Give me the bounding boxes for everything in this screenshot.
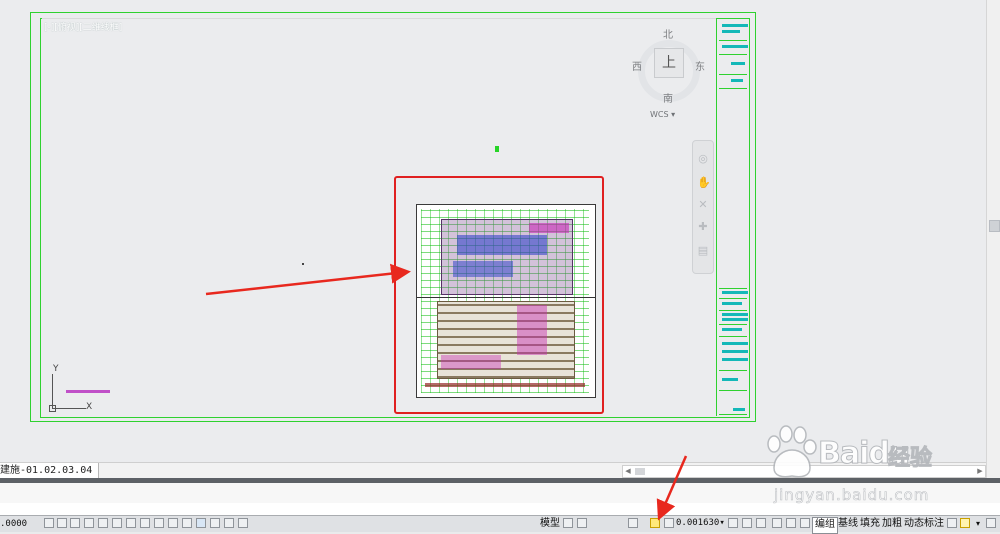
toggle-dynamic-dimension[interactable]: 动态标注 <box>904 516 944 531</box>
ortho-mode-icon[interactable] <box>84 518 94 528</box>
polar-tracking-icon[interactable] <box>98 518 108 528</box>
showmotion-icon[interactable]: ▤ <box>697 245 709 257</box>
lock-icon[interactable] <box>756 518 766 528</box>
quick-view-icon[interactable] <box>577 518 587 528</box>
annotation-visibility-icon[interactable] <box>650 518 660 528</box>
isolate-objects-icon[interactable] <box>800 518 810 528</box>
title-block-row <box>719 88 747 289</box>
vertical-scroll-thumb[interactable] <box>989 220 1000 232</box>
navigation-bar[interactable]: ◎ ✋ ✕ ✚ ▤ <box>692 140 714 274</box>
3d-object-snap-icon[interactable] <box>126 518 136 528</box>
quick-properties-icon[interactable] <box>210 518 220 528</box>
status-menu-chevron-icon[interactable]: ▾ <box>976 516 980 531</box>
infer-constraints-icon[interactable] <box>44 518 54 528</box>
title-block-row <box>719 336 748 371</box>
ucs-x-axis <box>52 408 86 409</box>
title-block-logo <box>719 18 748 41</box>
selection-cycling-icon[interactable] <box>224 518 234 528</box>
viewcube-top-face[interactable]: 上 <box>654 48 684 78</box>
highlight-box <box>394 176 604 414</box>
annotation-scale-icon[interactable] <box>664 518 674 528</box>
ucs-y-axis <box>52 374 53 408</box>
viewport-label[interactable]: [-][俯视][二维线框] <box>44 20 122 33</box>
grid-display-icon[interactable] <box>70 518 80 528</box>
clean-screen-icon[interactable] <box>947 518 957 528</box>
compass-west[interactable]: 西 <box>632 58 642 73</box>
hardware-acceleration-icon[interactable] <box>786 518 796 528</box>
chevron-down-icon: ▾ <box>671 110 676 119</box>
watermark-cn: 经验 <box>887 446 933 472</box>
title-block-row <box>719 40 748 55</box>
wcs-menu[interactable]: WCS ▾ <box>650 110 675 119</box>
toggle-group[interactable]: 编组 <box>812 517 838 534</box>
status-bar-menu-icon[interactable] <box>986 518 996 528</box>
toggle-fill[interactable]: 填充 <box>860 516 880 531</box>
frame-top-line <box>42 18 717 19</box>
compass-east[interactable]: 东 <box>695 58 705 73</box>
magenta-annotation <box>66 390 110 393</box>
model-space-label[interactable]: 模型 <box>540 516 560 531</box>
stray-point <box>302 263 304 265</box>
maximize-viewport-icon[interactable] <box>628 518 638 528</box>
orbit-icon[interactable]: ✚ <box>697 221 709 233</box>
dynamic-input-icon[interactable] <box>168 518 178 528</box>
compass-south[interactable]: 南 <box>663 90 673 105</box>
ucs-origin <box>49 405 56 412</box>
annotation-scale-sync-icon[interactable] <box>742 518 752 528</box>
scroll-left-icon[interactable]: ◀ <box>623 466 633 477</box>
ucs-x-label: X <box>86 402 93 412</box>
workspace-switch-icon[interactable] <box>728 518 738 528</box>
scroll-right-icon[interactable]: ▶ <box>975 466 985 477</box>
crosshair-cursor <box>495 146 499 152</box>
gear-icon[interactable] <box>772 518 782 528</box>
compass-north[interactable]: 北 <box>663 26 673 41</box>
pan-icon[interactable]: ✋ <box>697 177 711 189</box>
horizontal-scroll-thumb[interactable] <box>635 468 645 475</box>
title-block-row <box>719 54 747 75</box>
watermark-url: jingyan.baidu.com <box>774 486 930 505</box>
zoom-icon[interactable]: ✕ <box>697 199 709 211</box>
annotation-scale-value[interactable]: 0.001630▾ <box>676 516 725 531</box>
snap-mode-icon[interactable] <box>57 518 67 528</box>
title-block-row <box>719 310 748 325</box>
annotation-monitor-icon[interactable] <box>238 518 248 528</box>
object-snap-icon[interactable] <box>112 518 122 528</box>
toggle-baseline[interactable]: 基线 <box>838 516 858 531</box>
steering-wheel-icon[interactable]: ◎ <box>697 153 709 165</box>
baidu-watermark: Baidu 经验 jingyan.baidu.com <box>760 418 960 518</box>
lightbulb-icon[interactable] <box>960 518 970 528</box>
viewcube[interactable]: 上 北 南 西 东 WCS ▾ <box>632 22 708 122</box>
drawing-canvas[interactable]: [-][俯视][二维线框] 上 北 南 西 东 WCS ▾ ◎ ✋ ✕ ✚ ▤ <box>0 0 986 462</box>
title-block-row <box>719 390 747 415</box>
chevron-down-icon: ▾ <box>719 518 725 528</box>
layout-icon[interactable] <box>563 518 573 528</box>
cursor-coordinates[interactable]: .0000 <box>0 517 27 531</box>
title-block <box>716 18 749 416</box>
baidu-paw-icon <box>767 425 817 478</box>
wcs-label: WCS <box>650 110 669 119</box>
vertical-scrollbar[interactable] <box>986 0 1000 478</box>
dynamic-ucs-icon[interactable] <box>154 518 164 528</box>
layout-tab[interactable]: 建施-01.02.03.04 <box>0 463 100 478</box>
toggle-bold[interactable]: 加粗 <box>882 516 902 531</box>
title-block-row <box>719 74 747 89</box>
annotation-scale-text: 0.001630 <box>676 518 720 528</box>
lineweight-icon[interactable] <box>182 518 192 528</box>
object-snap-tracking-icon[interactable] <box>140 518 150 528</box>
ucs-y-label: Y <box>53 364 59 374</box>
ucs-icon: Y X <box>46 364 106 414</box>
transparency-icon[interactable] <box>196 518 206 528</box>
title-block-row <box>719 370 747 391</box>
